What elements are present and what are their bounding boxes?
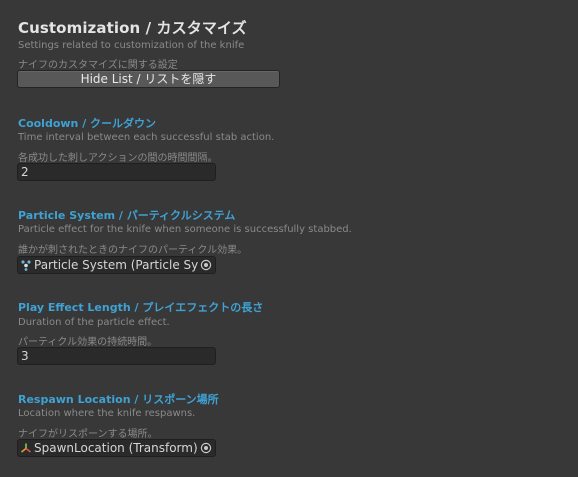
cooldown-label: Cooldown / クールダウン (18, 117, 157, 130)
particle-system-icon (21, 260, 31, 271)
object-picker-icon[interactable] (200, 259, 212, 271)
particle-system-description-en: Particle effect for the knife when someo… (18, 224, 352, 235)
transform-icon (21, 443, 31, 453)
respawn-location-label: Respawn Location / リスポーン場所 (18, 393, 219, 406)
particle-system-value: Particle System (Particle System) (34, 258, 198, 272)
section-description-en: Settings related to customization of the… (18, 40, 245, 51)
respawn-location-description-ja: ナイフがリスポーンする場所。 (18, 429, 158, 440)
section-description-ja: ナイフのカスタマイズに関する設定 (18, 60, 178, 71)
object-picker-icon[interactable] (200, 442, 212, 454)
play-effect-length-description-en: Duration of the particle effect. (18, 317, 170, 328)
cooldown-description-en: Time interval between each successful st… (18, 132, 275, 143)
play-effect-length-label: Play Effect Length / プレイエフェクトの長さ (18, 301, 264, 314)
respawn-location-value: SpawnLocation (Transform) (34, 441, 198, 455)
inspector-panel: Customization / カスタマイズ Settings related … (0, 0, 578, 477)
particle-system-object-field[interactable]: Particle System (Particle System) (17, 256, 216, 274)
play-effect-length-input[interactable]: 3 (17, 347, 216, 365)
particle-system-description-ja: 誰かが刺されたときのナイフのパーティクル効果。 (18, 245, 248, 256)
hide-list-button[interactable]: Hide List / リストを隠す (17, 70, 280, 88)
respawn-location-description-en: Location where the knife respawns. (18, 408, 196, 419)
cooldown-description-ja: 各成功した刺しアクションの間の時間間隔。 (18, 153, 218, 164)
respawn-location-object-field[interactable]: SpawnLocation (Transform) (17, 439, 216, 457)
play-effect-length-description-ja: パーティクル効果の持続時間。 (18, 337, 158, 348)
particle-system-label: Particle System / パーティクルシステム (18, 209, 236, 222)
cooldown-input[interactable]: 2 (17, 163, 216, 181)
section-title: Customization / カスタマイズ (18, 19, 247, 37)
